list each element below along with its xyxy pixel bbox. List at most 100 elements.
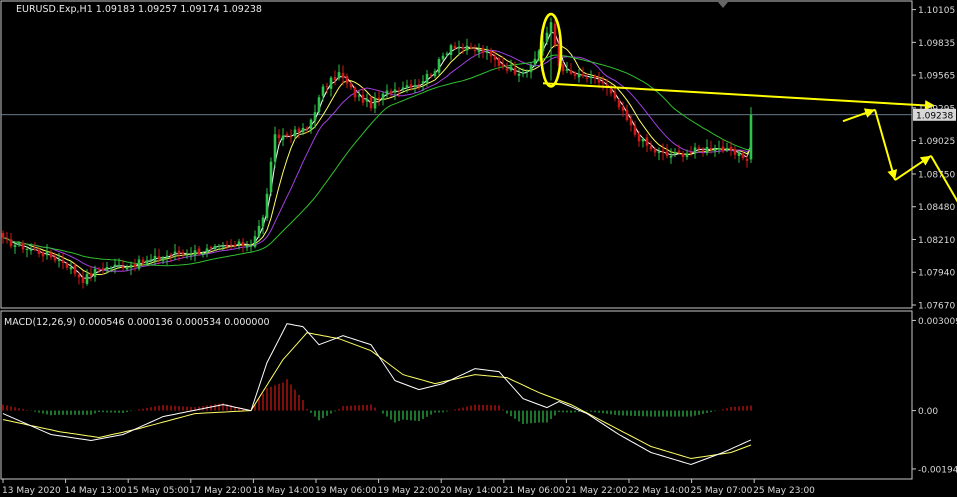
candle-body bbox=[173, 251, 177, 254]
candle-body bbox=[653, 149, 657, 153]
candle-body bbox=[129, 264, 133, 268]
candle-body bbox=[493, 55, 497, 60]
candle-body bbox=[309, 119, 313, 130]
time-tick-label: 19 May 22:00 bbox=[378, 486, 440, 496]
candle-body bbox=[389, 91, 393, 94]
candle-body bbox=[257, 225, 261, 237]
candle-body bbox=[9, 239, 13, 247]
candle-body bbox=[633, 125, 637, 135]
candle-body bbox=[109, 267, 113, 269]
price-tick-label: 1.08210 bbox=[918, 236, 955, 246]
candle-body bbox=[277, 134, 281, 139]
candle-body bbox=[473, 49, 477, 51]
macd-tick-label: 0.003009 bbox=[918, 317, 957, 327]
candle-body bbox=[345, 75, 349, 84]
candle-body bbox=[49, 252, 53, 258]
price-tick-label: 1.09025 bbox=[918, 137, 955, 147]
candle-body bbox=[69, 266, 73, 270]
candle-body bbox=[73, 265, 77, 274]
candle-body bbox=[521, 72, 525, 74]
candle-body bbox=[153, 255, 157, 262]
time-tick-label: 21 May 22:00 bbox=[565, 486, 627, 496]
candle-body bbox=[565, 68, 569, 71]
candle-body bbox=[249, 245, 253, 247]
candle-body bbox=[461, 47, 465, 49]
candle-body bbox=[677, 150, 681, 153]
candle-body bbox=[649, 146, 653, 149]
candle-body bbox=[433, 71, 437, 77]
macd-label: MACD(12,26,9) 0.000546 0.000136 0.000534… bbox=[4, 317, 270, 328]
candle-body bbox=[77, 274, 81, 278]
candle-body bbox=[161, 257, 165, 261]
candle-body bbox=[729, 146, 733, 151]
price-tick-label: 1.09835 bbox=[918, 39, 955, 49]
candle bbox=[553, 19, 557, 48]
candle-body bbox=[457, 47, 461, 49]
candle-body bbox=[417, 84, 421, 86]
candle-body bbox=[745, 158, 749, 161]
candle-body bbox=[661, 150, 665, 153]
candle-body bbox=[341, 73, 345, 78]
candle-body bbox=[253, 236, 257, 247]
candle-body bbox=[517, 73, 521, 76]
time-tick-label: 25 May 07:00 bbox=[691, 486, 753, 496]
candle-body bbox=[169, 254, 173, 256]
candle-body bbox=[61, 260, 65, 263]
candle-body bbox=[585, 77, 589, 79]
chart-background bbox=[0, 0, 957, 497]
candle-body bbox=[281, 135, 285, 140]
candle-body bbox=[365, 98, 369, 102]
candle-body bbox=[689, 151, 693, 153]
candle-body bbox=[553, 23, 557, 45]
time-tick-label: 13 May 2020 bbox=[2, 486, 61, 496]
candle-body bbox=[313, 112, 317, 121]
candle-body bbox=[349, 83, 353, 88]
candle-body bbox=[429, 74, 433, 76]
candle-body bbox=[593, 75, 597, 79]
candle-body bbox=[225, 244, 229, 246]
candle-body bbox=[317, 97, 321, 112]
candle-body bbox=[477, 49, 481, 53]
candle-body bbox=[329, 77, 333, 89]
candle-body bbox=[221, 245, 225, 248]
candle-body bbox=[101, 268, 105, 271]
candle-body bbox=[273, 134, 277, 162]
candle-body bbox=[293, 129, 297, 137]
time-tick-label: 20 May 14:00 bbox=[440, 486, 502, 496]
candle-body bbox=[569, 70, 573, 74]
candle-body bbox=[617, 99, 621, 108]
candle-body bbox=[321, 86, 325, 96]
candle-body bbox=[381, 93, 385, 101]
candle-body bbox=[525, 70, 529, 72]
candle-body bbox=[681, 153, 685, 157]
candle-body bbox=[629, 118, 633, 126]
time-tick-label: 15 May 05:00 bbox=[127, 486, 189, 496]
candle-body bbox=[437, 59, 441, 73]
candle-body bbox=[125, 266, 129, 270]
candle-body bbox=[409, 84, 413, 88]
candle-body bbox=[373, 98, 377, 109]
candle-body bbox=[301, 127, 305, 133]
candle-body bbox=[573, 72, 577, 76]
price-tick-label: 1.09565 bbox=[918, 72, 955, 82]
candle-body bbox=[181, 252, 185, 254]
candle-body bbox=[481, 48, 485, 54]
candle-body bbox=[533, 58, 537, 65]
candle-body bbox=[657, 151, 661, 153]
candle bbox=[269, 157, 273, 196]
candle-body bbox=[189, 254, 193, 256]
candle-body bbox=[133, 263, 137, 267]
candle-body bbox=[233, 245, 237, 247]
candle-body bbox=[669, 155, 673, 158]
candle-body bbox=[165, 255, 169, 258]
candle bbox=[437, 57, 441, 76]
candle-body bbox=[57, 259, 61, 261]
candle-body bbox=[561, 64, 565, 72]
candle-body bbox=[97, 268, 101, 270]
candle-body bbox=[397, 90, 401, 92]
candle-body bbox=[469, 46, 473, 49]
time-tick-label: 17 May 22:00 bbox=[190, 486, 252, 496]
candle-body bbox=[145, 260, 149, 264]
candle-body bbox=[33, 249, 37, 251]
candle-body bbox=[265, 193, 269, 218]
